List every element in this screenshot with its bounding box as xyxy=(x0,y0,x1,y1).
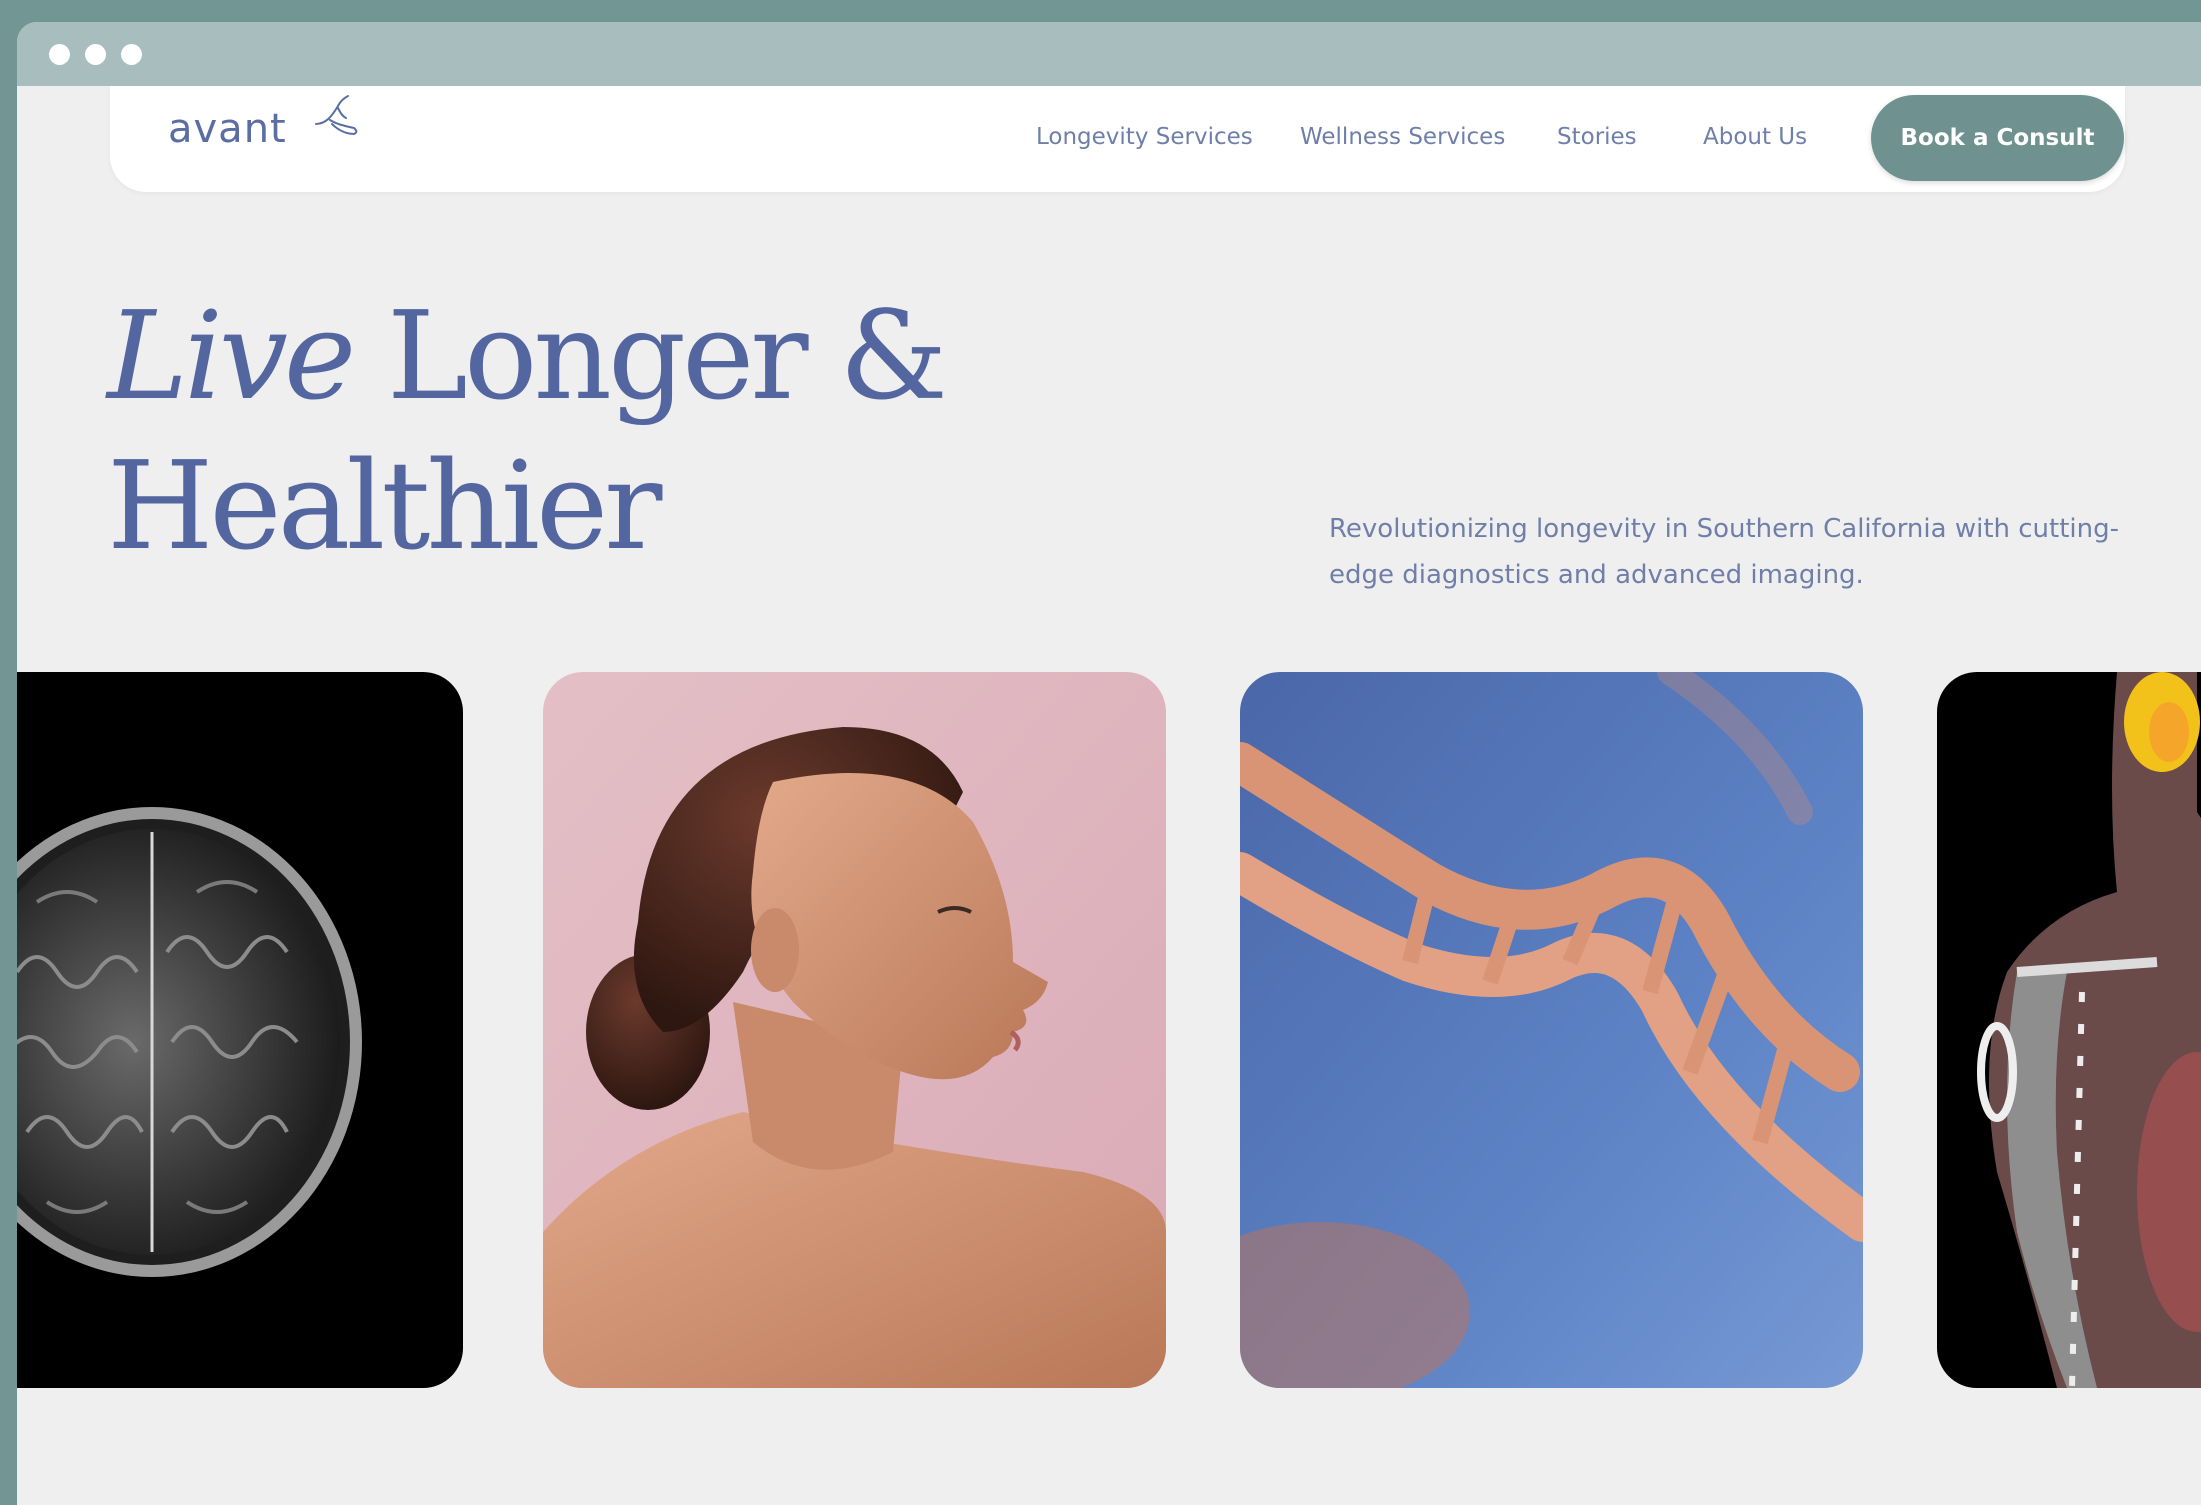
hero-title-line2: Healthier xyxy=(107,435,662,577)
brain-mri-image xyxy=(17,672,463,1388)
browser-window: avant Longevity Services Wellness Servic… xyxy=(17,22,2201,1505)
brand-logo[interactable]: avant xyxy=(168,94,358,164)
hero-title-italic: Live xyxy=(107,285,356,427)
hero-title: Live Longer & Healthier xyxy=(107,281,948,581)
gallery-image-body-scan xyxy=(1937,672,2201,1388)
book-consult-button[interactable]: Book a Consult xyxy=(1871,95,2124,181)
woman-portrait-image xyxy=(543,672,1166,1388)
bird-logo-icon xyxy=(315,95,358,136)
hero-subtitle: Revolutionizing longevity in Southern Ca… xyxy=(1329,514,2120,590)
nav-link-stories[interactable]: Stories xyxy=(1557,124,1637,150)
gallery-image-brain-mri xyxy=(17,672,463,1388)
logo-wordmark: avant xyxy=(168,106,287,152)
window-dot-close[interactable] xyxy=(49,44,70,65)
browser-titlebar xyxy=(17,22,2201,86)
site-navbar: avant Longevity Services Wellness Servic… xyxy=(110,86,2125,192)
hero-title-rest: Longer & xyxy=(352,285,948,427)
body-scan-image xyxy=(1937,672,2201,1388)
window-dot-minimize[interactable] xyxy=(85,44,106,65)
gallery-image-dna-helix xyxy=(1240,672,1863,1388)
gallery-image-woman-portrait xyxy=(543,672,1166,1388)
dna-helix-image xyxy=(1240,672,1863,1388)
nav-link-wellness-services[interactable]: Wellness Services xyxy=(1300,124,1505,150)
window-dot-maximize[interactable] xyxy=(121,44,142,65)
nav-link-longevity-services[interactable]: Longevity Services xyxy=(1036,124,1253,150)
page-viewport: avant Longevity Services Wellness Servic… xyxy=(17,86,2201,1505)
nav-link-about-us[interactable]: About Us xyxy=(1703,124,1807,150)
